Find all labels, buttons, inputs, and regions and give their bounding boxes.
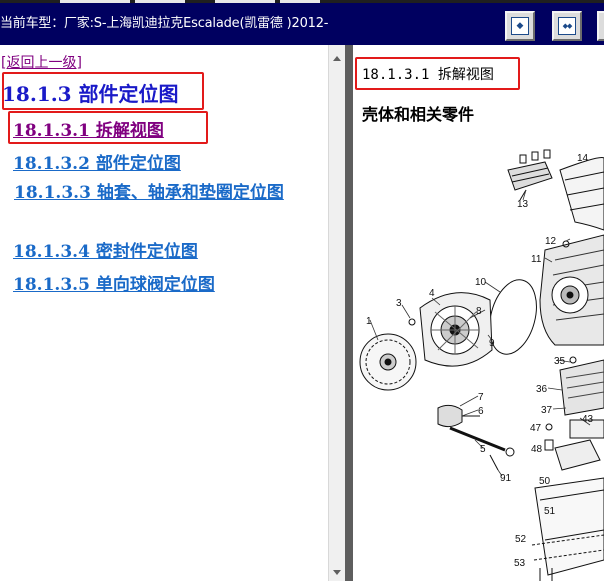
callout-43: 43 xyxy=(582,414,594,425)
section-title: 18.1.3 部件定位图 xyxy=(2,82,179,106)
app-window: 当前车型：厂家:S-上海凯迪拉克Escalade(凯雷德 )2012- ◆ ◆◆… xyxy=(0,0,604,581)
nav-button-partial[interactable] xyxy=(597,11,604,41)
callout-37: 37 xyxy=(541,405,553,416)
callout-51: 51 xyxy=(544,506,556,517)
callout-53: 53 xyxy=(514,558,526,569)
toc-link-bushing-locator[interactable]: 18.1.3.3 轴套、轴承和垫圈定位图 xyxy=(2,182,324,204)
toc-link-seal-locator[interactable]: 18.1.3.4 密封件定位图 xyxy=(13,237,198,262)
scroll-down-icon[interactable] xyxy=(333,570,341,575)
nav-single-icon: ◆ xyxy=(511,17,529,35)
callout-91: 91 xyxy=(500,473,512,484)
callout-7: 7 xyxy=(478,392,484,403)
callout-4: 4 xyxy=(429,288,435,299)
toc-link-exploded-view[interactable]: 18.1.3.1 拆解视图 xyxy=(13,116,164,141)
toc-link-check-ball-locator[interactable]: 18.1.3.5 单向球阀定位图 xyxy=(13,270,215,295)
callout-52: 52 xyxy=(515,534,527,545)
content-subtitle: 壳体和相关零件 xyxy=(362,105,475,124)
pane-splitter[interactable] xyxy=(345,45,353,581)
exploded-view-diagram: 13 14 12 11 10 8 9 4 3 1 7 6 5 91 35 36 … xyxy=(359,149,604,581)
toc-scrollbar[interactable] xyxy=(328,45,345,581)
callout-11: 11 xyxy=(531,254,542,265)
toc-link-component-locator[interactable]: 18.1.3.2 部件定位图 xyxy=(13,149,181,174)
scroll-up-icon[interactable] xyxy=(333,56,341,61)
back-link[interactable]: [返回上一级] xyxy=(1,52,82,72)
callout-47: 47 xyxy=(530,423,542,434)
callout-1: 1 xyxy=(366,316,372,327)
callout-13: 13 xyxy=(517,199,529,210)
callout-8: 8 xyxy=(476,306,482,317)
callout-5: 5 xyxy=(480,444,486,455)
callout-9: 9 xyxy=(489,338,495,349)
callout-3: 3 xyxy=(396,298,402,309)
nav-button-single[interactable]: ◆ xyxy=(505,11,535,41)
callout-35: 35 xyxy=(554,356,566,367)
callout-50: 50 xyxy=(539,476,551,487)
part-13-harness xyxy=(507,149,553,201)
callout-10: 10 xyxy=(475,277,487,288)
callout-12: 12 xyxy=(545,236,557,247)
vehicle-title: 当前车型：厂家:S-上海凯迪拉克Escalade(凯雷德 )2012- xyxy=(0,16,329,31)
content-title: 18.1.3.1 拆解视图 xyxy=(362,67,494,83)
callout-36: 36 xyxy=(536,384,548,395)
callout-14: 14 xyxy=(577,153,589,164)
nav-button-double[interactable]: ◆◆ xyxy=(552,11,582,41)
nav-double-icon: ◆◆ xyxy=(558,17,576,35)
callout-48: 48 xyxy=(531,444,543,455)
callout-6: 6 xyxy=(478,406,484,417)
